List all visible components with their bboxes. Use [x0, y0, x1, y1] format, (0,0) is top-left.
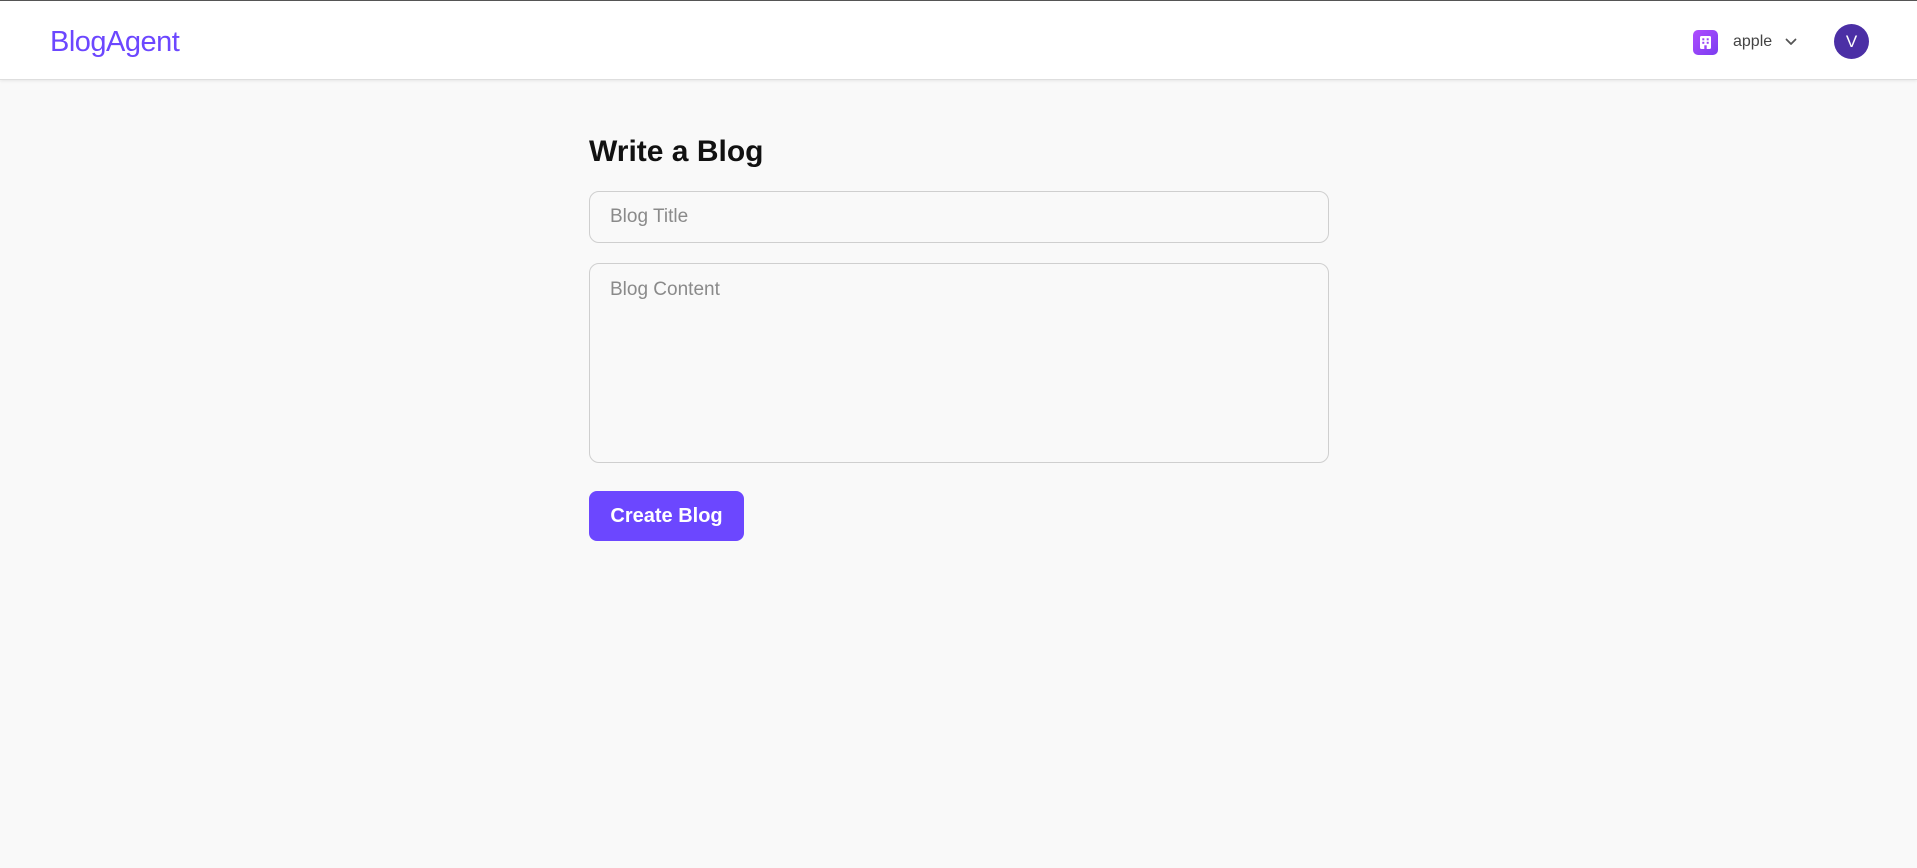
building-icon — [1693, 29, 1718, 55]
organization-name: apple — [1733, 33, 1773, 50]
blog-content-input[interactable] — [589, 263, 1329, 463]
brand-logo[interactable]: BlogAgent — [50, 25, 180, 59]
create-blog-button[interactable]: Create Blog — [589, 491, 744, 541]
blog-title-input[interactable] — [589, 191, 1329, 243]
top-navigation-bar: BlogAgent apple V — [0, 0, 1917, 80]
blog-editor: Write a Blog Create Blog — [589, 132, 1329, 541]
user-avatar[interactable]: V — [1834, 24, 1869, 59]
chevron-down-icon — [1785, 36, 1797, 48]
page-title: Write a Blog — [589, 135, 764, 168]
organization-switcher[interactable]: apple — [1693, 29, 1797, 55]
